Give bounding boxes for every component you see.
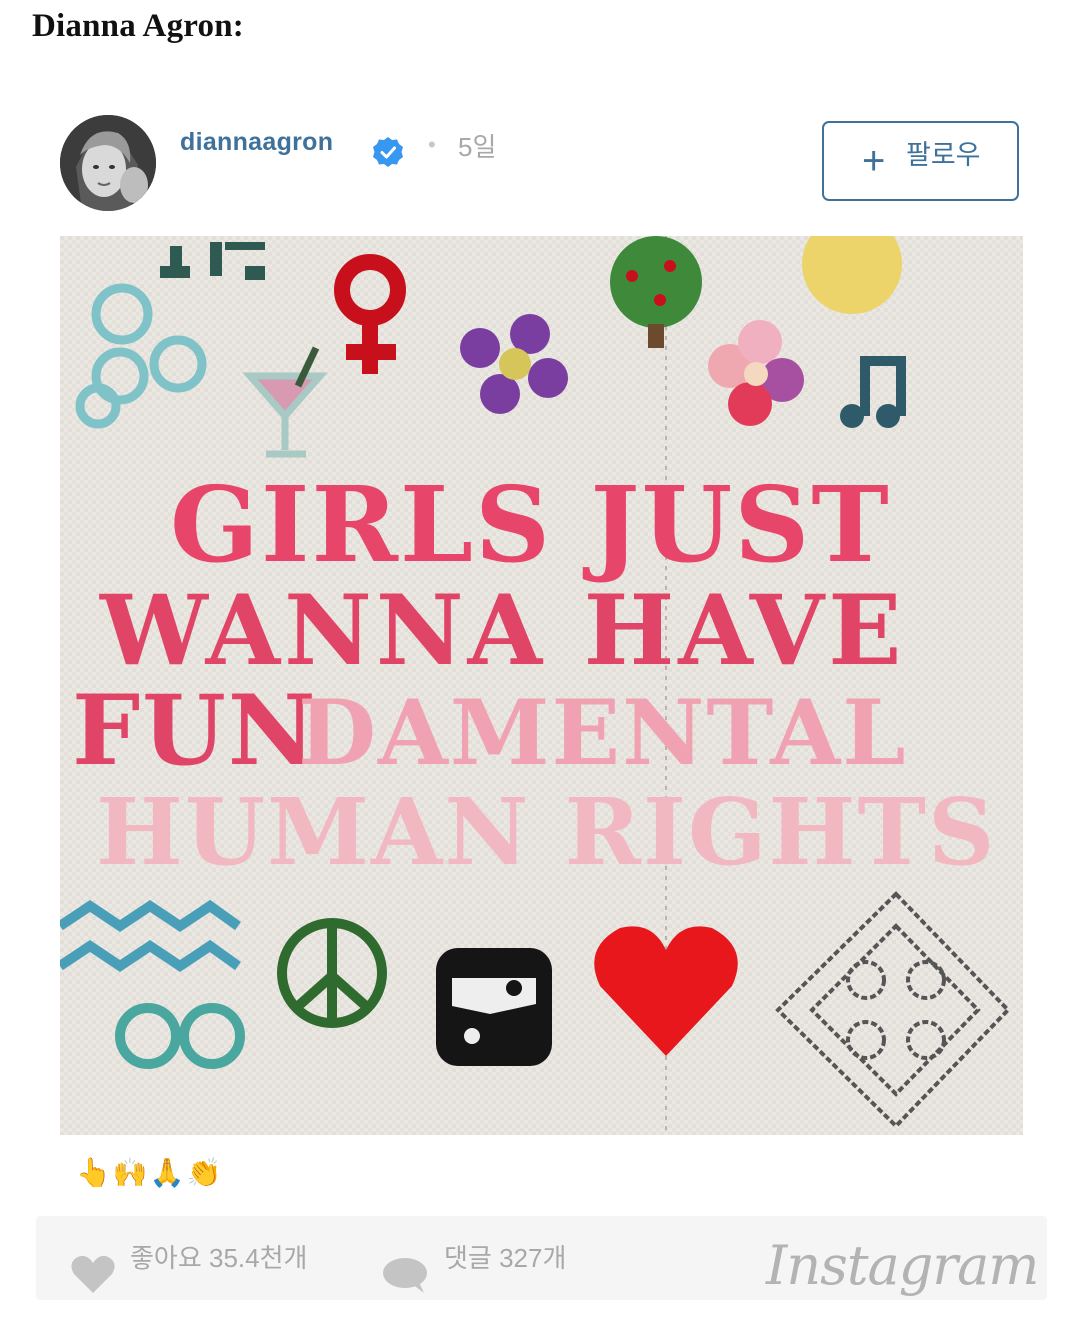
stitched-line-2: WANNA HAVE [99,574,905,687]
avatar[interactable] [60,115,156,211]
verified-badge-icon [373,137,403,167]
likes-count[interactable]: 좋아요 35.4천개 [130,1238,307,1275]
stitched-line-4: DAMENTAL [298,680,908,786]
yin-yang-icon [436,948,552,1066]
stitched-line-1: GIRLS JUST [170,463,891,586]
username-link[interactable]: diannaagron [180,128,333,157]
post-stats-bar: 좋아요 35.4천개 댓글 327개 Instagram [36,1216,1047,1300]
comment-bubble-icon[interactable] [382,1256,428,1294]
like-heart-icon[interactable] [70,1254,116,1294]
embroidered-text: GIRLS JUST WANNA HAVE FUN DAMENTAL HUMAN… [72,463,996,886]
stitched-line-3: FUN [72,674,318,787]
follow-button[interactable]: + 팔로우 [822,121,1019,201]
comments-count[interactable]: 댓글 327개 [444,1238,566,1275]
instagram-logo[interactable]: Instagram [766,1234,1039,1297]
post-time[interactable]: 5일 [458,127,496,164]
follow-label: 팔로우 [906,140,981,170]
separator-dot: • [428,132,436,157]
profile-photo [60,115,156,211]
article-heading: Dianna Agron: [32,8,244,44]
post-caption: 👆🙌🙏👏 [76,1157,224,1188]
plus-icon: + [862,139,886,183]
stitched-line-5: HUMAN RIGHTS [96,778,996,886]
cross-stitch-artwork: GIRLS JUST WANNA HAVE FUN DAMENTAL HUMAN… [60,236,1023,1135]
post-image[interactable]: GIRLS JUST WANNA HAVE FUN DAMENTAL HUMAN… [60,236,1023,1135]
